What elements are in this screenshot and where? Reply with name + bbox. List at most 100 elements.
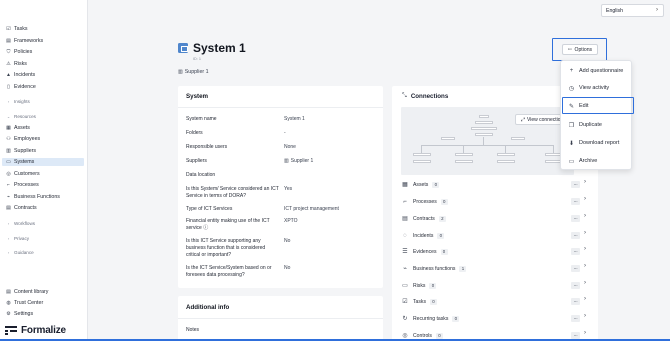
- more-actions-button[interactable]: ···: [571, 181, 580, 188]
- sidebar-item-risks[interactable]: ⚠ Risks: [6, 60, 84, 68]
- field-value-supplier[interactable]: ▥ Supplier 1: [284, 158, 313, 165]
- menu-item-add-questionnaire[interactable]: + Add questionnaire: [561, 64, 633, 78]
- sidebar-group-privacy[interactable]: › Privacy: [6, 234, 84, 242]
- more-actions-button[interactable]: ···: [571, 332, 580, 339]
- more-actions-button[interactable]: ···: [571, 248, 580, 255]
- menu-item-archive[interactable]: ▭ Archive: [561, 154, 633, 168]
- sidebar-group-guidance[interactable]: › Guidance: [6, 248, 84, 256]
- menu-item-view-activity[interactable]: ◷ View activity: [561, 81, 633, 95]
- brand-logo[interactable]: Formalize: [5, 325, 66, 336]
- chevron-right-icon[interactable]: ›: [584, 313, 586, 319]
- connection-row-recurring-tasks[interactable]: ↻ Recurring tasks 0: [401, 314, 591, 323]
- count-badge: 0: [432, 181, 440, 188]
- sidebar-item-incidents[interactable]: ▲ Incidents: [6, 71, 84, 79]
- sidebar-item-employees[interactable]: ⚇ Employees: [6, 135, 84, 143]
- connection-row-business-functions[interactable]: ⌁ Business functions 1: [401, 264, 591, 273]
- sidebar-item-policies[interactable]: ⛉ Policies: [6, 48, 84, 56]
- chevron-right-icon[interactable]: ›: [584, 213, 586, 219]
- archive-icon: ▭: [568, 158, 575, 165]
- more-actions-button[interactable]: ···: [571, 198, 580, 205]
- activity-icon: ⌁: [403, 266, 407, 272]
- graph-node: [497, 153, 515, 156]
- sidebar-item-customers[interactable]: ◎ Customers: [6, 170, 84, 178]
- chevron-right-icon[interactable]: ›: [584, 196, 586, 202]
- language-select[interactable]: English ›: [601, 4, 664, 17]
- connection-row-processes[interactable]: ⌐ Processes 0: [401, 197, 591, 206]
- sidebar-item-settings[interactable]: ⚙ Settings: [6, 310, 84, 318]
- sidebar: ☑ Tasks ▤ Frameworks ⛉ Policies ⚠ Risks ▲ Inc…: [0, 0, 88, 341]
- more-actions-button[interactable]: ···: [571, 232, 580, 239]
- sidebar-item-label: Evidence: [14, 84, 36, 90]
- count-badge: 0: [440, 198, 448, 205]
- chevron-right-icon[interactable]: ›: [584, 330, 586, 336]
- more-actions-button[interactable]: ···: [571, 282, 580, 289]
- field-label: Folders: [186, 130, 203, 136]
- connection-label: Risks: [413, 282, 426, 289]
- options-button[interactable]: ··· Options: [562, 44, 598, 55]
- warning-icon: ▭: [402, 283, 408, 289]
- sidebar-item-processes[interactable]: ⌐ Processes: [6, 181, 84, 189]
- more-dots-icon: ···: [567, 46, 572, 53]
- sidebar-group-resources[interactable]: ⌄ Resources: [6, 112, 84, 120]
- chevron-right-icon[interactable]: ›: [584, 246, 586, 252]
- field-label: Type of ICT Services: [186, 206, 233, 212]
- sidebar-group-label: Insights: [14, 98, 30, 104]
- chevron-right-icon[interactable]: ›: [584, 179, 586, 185]
- sidebar-item-contracts[interactable]: ▤ Contracts: [6, 204, 84, 212]
- more-actions-button[interactable]: ···: [571, 265, 580, 272]
- alert-icon: ◌: [403, 232, 407, 239]
- menu-item-download-report[interactable]: ⬇ Download report: [561, 136, 633, 150]
- count-badge: 0: [429, 282, 437, 289]
- sidebar-item-label: Incidents: [14, 72, 36, 78]
- field-value: ICT project management: [284, 206, 339, 212]
- checkbox-icon: ☑: [402, 299, 408, 305]
- sidebar-item-label: Systems: [14, 159, 35, 165]
- chevron-right-icon[interactable]: ›: [584, 263, 586, 269]
- sidebar-item-business-functions[interactable]: ⌁ Business Functions: [6, 193, 84, 201]
- supplier-link[interactable]: ▥ Supplier 1: [178, 69, 209, 75]
- checkbox-icon: ☑: [6, 26, 11, 32]
- menu-item-label: Archive: [579, 158, 598, 164]
- connection-row-tasks[interactable]: ☑ Tasks 0: [401, 297, 591, 306]
- connection-row-incidents[interactable]: ◌ Incidents 0: [401, 231, 591, 240]
- field-label: Is this System/ Service considered an IC…: [186, 186, 279, 199]
- connection-row-risks[interactable]: ▭ Risks 0: [401, 281, 591, 290]
- sidebar-item-trust-center[interactable]: ◍ Trust Center: [6, 299, 84, 307]
- chevron-right-icon[interactable]: ›: [584, 296, 586, 302]
- graph-edge: [483, 137, 484, 145]
- field-value: System 1: [284, 116, 305, 122]
- sidebar-item-label: Content library: [14, 289, 49, 295]
- sidebar-item-tasks[interactable]: ☑ Tasks: [6, 25, 84, 33]
- chevron-right-icon[interactable]: ›: [584, 230, 586, 236]
- graph-edge: [553, 145, 554, 153]
- sidebar-item-content-library[interactable]: ▤ Content library: [6, 288, 84, 296]
- field-value: Yes: [284, 186, 293, 192]
- sidebar-item-frameworks[interactable]: ▤ Frameworks: [6, 37, 84, 45]
- grid-icon: ▦: [6, 125, 11, 131]
- connections-title-label: Connections: [410, 93, 449, 100]
- sidebar-item-suppliers[interactable]: ▥ Suppliers: [6, 147, 84, 155]
- sidebar-group-workflows[interactable]: › Workflows: [6, 219, 84, 227]
- connection-row-assets[interactable]: ▦ Assets 0: [401, 180, 591, 189]
- more-actions-button[interactable]: ···: [571, 215, 580, 222]
- notes-label: Notes: [186, 327, 200, 333]
- more-actions-button[interactable]: ···: [571, 315, 580, 322]
- flow-icon: ⌐: [403, 198, 407, 205]
- count-badge: 0: [440, 248, 448, 255]
- chevron-right-icon[interactable]: ›: [584, 280, 586, 286]
- sidebar-group-insights[interactable]: › Insights: [6, 97, 84, 105]
- sidebar-item-evidence[interactable]: ▯ Evidence: [6, 83, 84, 91]
- sidebar-item-systems[interactable]: ▭ Systems: [2, 158, 84, 166]
- connection-row-contracts[interactable]: ▤ Contracts 2: [401, 214, 591, 223]
- record-id: ID: 1: [193, 57, 202, 61]
- flow-icon: ⌐: [7, 182, 10, 188]
- warning-icon: ⚠: [6, 61, 11, 67]
- sidebar-item-assets[interactable]: ▦ Assets: [6, 124, 84, 132]
- graph-node: [497, 160, 515, 163]
- menu-item-duplicate[interactable]: ❐ Duplicate: [561, 118, 633, 132]
- graph-node: [455, 153, 473, 156]
- connection-row-evidences[interactable]: ☰ Evidences 0: [401, 247, 591, 256]
- building-icon: ▥: [6, 148, 11, 154]
- document-icon: ▤: [6, 205, 11, 211]
- more-actions-button[interactable]: ···: [571, 298, 580, 305]
